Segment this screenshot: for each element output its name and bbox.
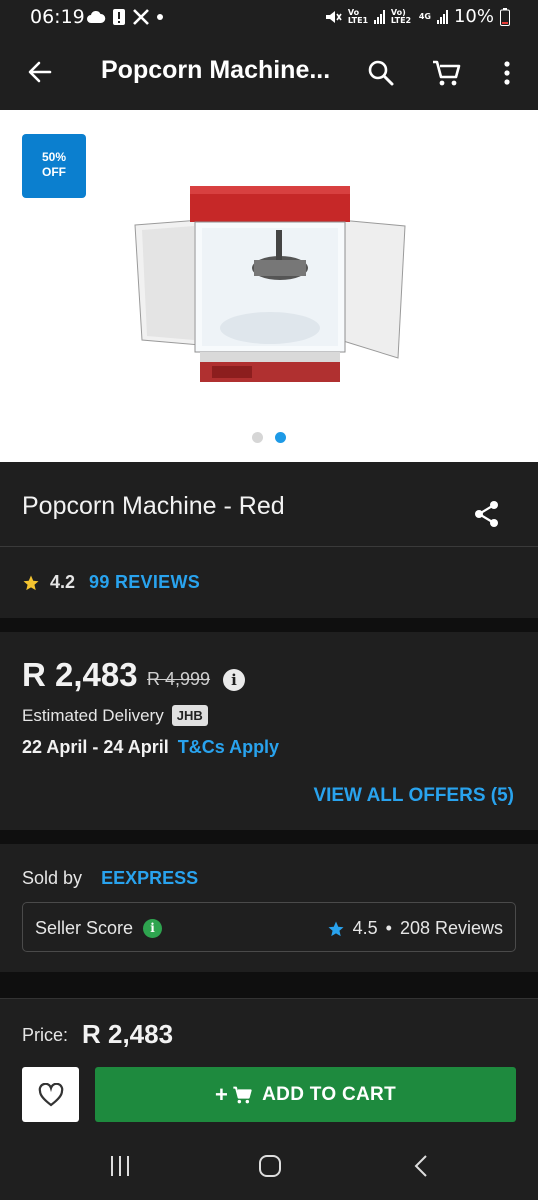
estimated-delivery: Estimated Delivery JHB: [22, 705, 208, 726]
estimated-delivery-label: Estimated Delivery: [22, 705, 164, 725]
wishlist-button[interactable]: [22, 1067, 79, 1122]
status-notification-icons: [86, 8, 164, 26]
seller-score-box[interactable]: Seller Score i 4.5 • 208 Reviews: [22, 902, 516, 952]
signal2-icon: [436, 9, 448, 24]
cart-icon: [233, 1086, 252, 1103]
separator-dot: •: [385, 918, 392, 938]
search-icon[interactable]: [366, 58, 396, 88]
add-to-cart-button[interactable]: + ADD TO CART: [95, 1067, 516, 1122]
seller-score-value: 4.5: [352, 918, 378, 938]
battery-icon: [500, 7, 510, 26]
home-icon[interactable]: [257, 1154, 283, 1178]
section-gap: [0, 830, 538, 844]
mute-icon: [325, 10, 342, 23]
system-nav-bar: [0, 1132, 538, 1200]
gallery-dot-active[interactable]: [275, 432, 286, 443]
old-price: R 4,999: [147, 669, 211, 689]
product-title: Popcorn Machine - Red: [22, 492, 285, 520]
rating-row: 4.2 99 REVIEWS: [22, 572, 200, 593]
app-bar: Popcorn Machine...: [0, 36, 538, 110]
seller-name-link[interactable]: EEXPRESS: [101, 868, 198, 888]
sim2-label: Vo) LTE2: [390, 7, 412, 25]
status-right-icons: Vo LTE1 Vo) LTE2 4G 10%: [324, 6, 510, 27]
reviews-link[interactable]: 99 REVIEWS: [89, 572, 200, 593]
status-bar: 06:19 Vo LTE1 Vo) LTE2 4G 10%: [0, 0, 538, 36]
sim1-label: Vo LTE1: [347, 7, 369, 25]
discount-off: OFF: [42, 165, 66, 179]
plus-icon: +: [215, 1081, 229, 1107]
section-gap: [0, 618, 538, 632]
gallery-dot[interactable]: [252, 432, 263, 443]
back-arrow-icon[interactable]: [26, 58, 54, 86]
price: R 2,483: [22, 656, 138, 693]
product-image: [134, 186, 406, 382]
star-icon: [23, 575, 39, 590]
view-all-offers-link[interactable]: VIEW ALL OFFERS (5): [313, 785, 514, 807]
discount-badge: 50% OFF: [22, 134, 86, 198]
x-logo-icon: [133, 9, 149, 25]
seller-reviews-count: 208 Reviews: [399, 918, 503, 938]
bottom-price-label: Price:: [22, 1025, 69, 1045]
star-icon: [328, 921, 344, 936]
tcs-link[interactable]: T&Cs Apply: [178, 737, 279, 757]
seller-score-summary: 4.5 • 208 Reviews: [327, 918, 503, 939]
section-gap: [0, 972, 538, 998]
page-title: Popcorn Machine...: [101, 56, 331, 84]
share-icon[interactable]: [472, 499, 502, 529]
cloud-icon: [87, 10, 106, 23]
seller-info-icon[interactable]: i: [143, 919, 163, 938]
delivery-dates-text: 22 April - 24 April: [22, 737, 169, 757]
seller-score-label-group: Seller Score i: [35, 918, 163, 939]
product-gallery[interactable]: 50% OFF: [0, 110, 538, 462]
bottom-purchase-bar: Price: R 2,483 + ADD TO CART: [0, 998, 538, 1132]
delivery-region-badge: JHB: [171, 705, 208, 726]
back-icon[interactable]: [410, 1154, 434, 1178]
bottom-price-value: R 2,483: [82, 1019, 174, 1049]
rating-value: 4.2: [50, 572, 76, 592]
info-icon[interactable]: i: [223, 669, 245, 691]
signal1-icon: [373, 9, 385, 24]
battery-percent: 10%: [453, 6, 494, 27]
discount-percent: 50%: [41, 150, 67, 164]
delivery-dates: 22 April - 24 April T&Cs Apply: [22, 737, 279, 758]
cart-icon[interactable]: [431, 58, 461, 88]
seller-score-label: Seller Score: [35, 918, 134, 938]
more-options-icon[interactable]: [493, 58, 521, 88]
add-to-cart-label: ADD TO CART: [262, 1083, 396, 1105]
recents-icon[interactable]: [108, 1154, 132, 1178]
dot-icon: [157, 14, 163, 20]
alert-icon: [113, 9, 125, 25]
sold-by-label: Sold by: [22, 868, 83, 888]
sold-by: Sold by EEXPRESS: [22, 868, 198, 889]
heart-icon: [38, 1082, 63, 1106]
divider: [0, 546, 538, 547]
status-time: 06:19: [30, 6, 85, 28]
network-type-label: 4G: [418, 11, 431, 21]
gallery-pagination: [252, 432, 286, 443]
